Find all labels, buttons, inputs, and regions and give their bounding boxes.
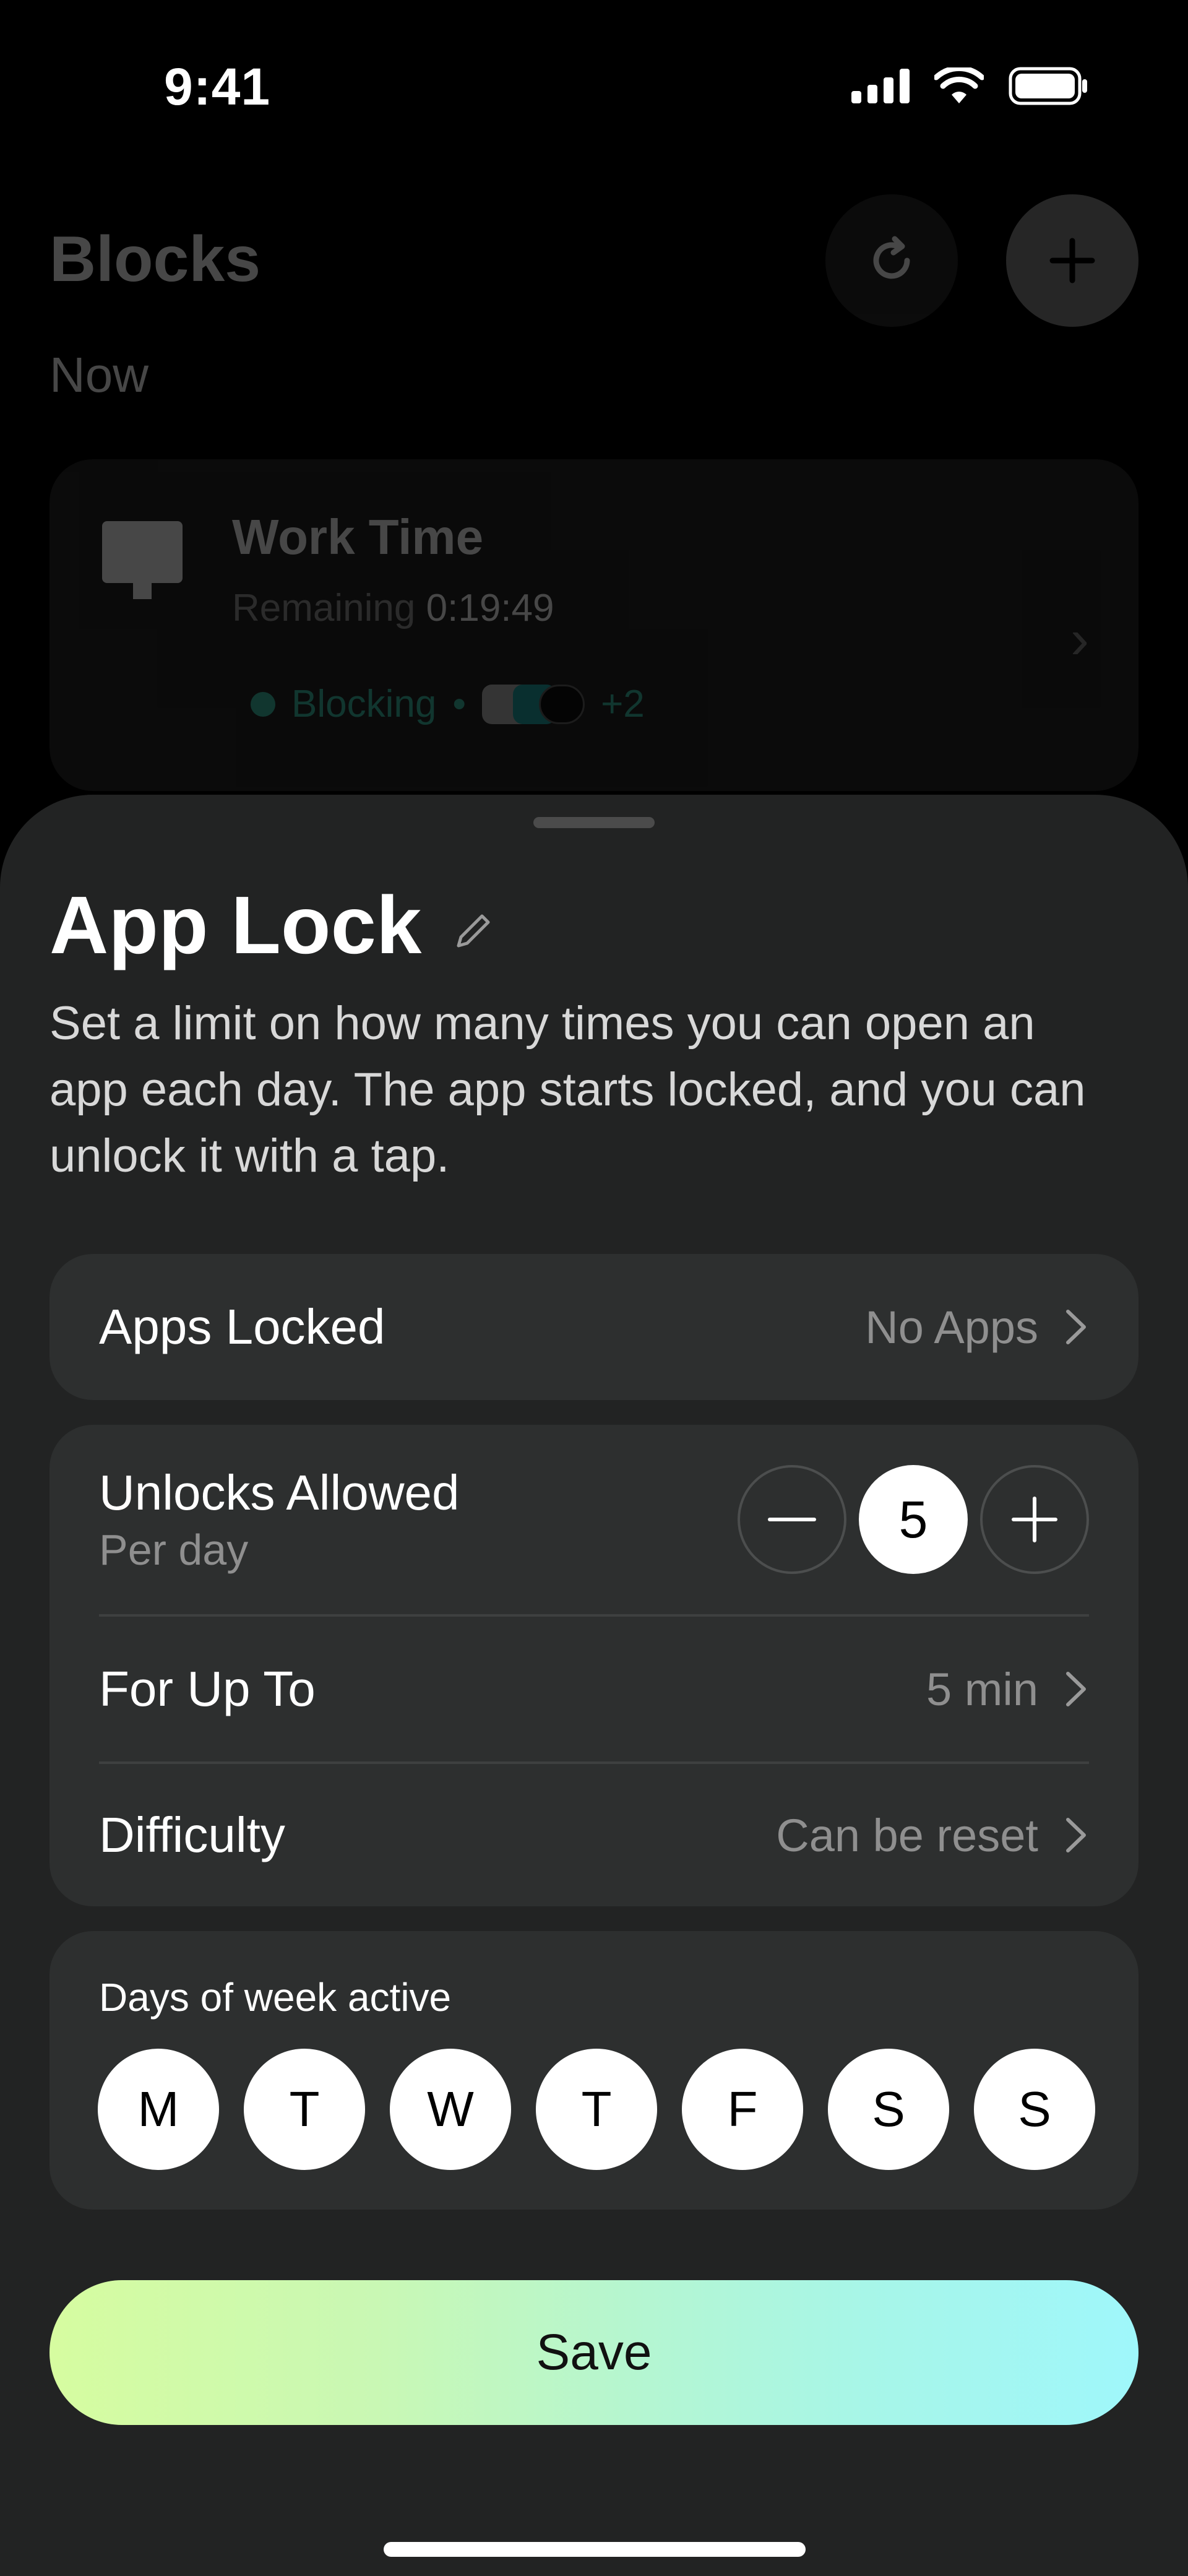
day-toggle-friday[interactable]: F — [682, 2049, 803, 2170]
days-card: Days of week active M T W T F S S — [50, 1931, 1138, 2210]
apps-locked-label: Apps Locked — [99, 1299, 385, 1354]
difficulty-label: Difficulty — [99, 1807, 285, 1862]
separator-dot: • — [452, 683, 467, 725]
unlocks-text: Unlocks Allowed Per day — [99, 1464, 460, 1575]
day-toggle-wednesday[interactable]: W — [390, 2049, 511, 2170]
status-dot-icon — [251, 691, 275, 717]
decrement-button[interactable] — [738, 1465, 846, 1574]
day-toggles: M T W T F S S — [98, 2049, 1095, 2170]
increment-button[interactable] — [980, 1465, 1089, 1574]
apps-locked-value: No Apps — [865, 1301, 1038, 1353]
refresh-button[interactable] — [825, 194, 958, 327]
block-card[interactable]: Work Time Remaining 0:19:49 Blocking • +… — [50, 459, 1138, 791]
unlocks-value: 5 — [859, 1465, 968, 1574]
section-label: Now — [50, 347, 149, 402]
sheet-title: App Lock — [50, 880, 422, 970]
day-toggle-tuesday[interactable]: T — [244, 2049, 365, 2170]
sheet-title-row: App Lock — [50, 878, 494, 972]
plus-icon — [1049, 238, 1095, 283]
day-toggle-sunday[interactable]: S — [974, 2049, 1095, 2170]
day-toggle-thursday[interactable]: T — [536, 2049, 657, 2170]
sheet-description: Set a limit on how many times you can op… — [50, 997, 1086, 1182]
app-icon — [539, 684, 585, 724]
desktop-icon — [102, 521, 183, 599]
pencil-icon[interactable] — [451, 910, 494, 953]
screen: 9:41 Blocks Now Work Time Remaining 0:19… — [0, 0, 1188, 2576]
app-icons — [482, 684, 585, 724]
chevron-right-icon: › — [1070, 608, 1089, 670]
unlocks-label: Unlocks Allowed — [99, 1465, 460, 1520]
save-button[interactable]: Save — [50, 2280, 1138, 2425]
difficulty-row[interactable]: Difficulty Can be reset — [99, 1764, 1089, 1906]
extra-apps-count: +2 — [601, 683, 645, 725]
refresh-icon — [873, 236, 910, 279]
chevron-right-icon — [1066, 1672, 1086, 1706]
home-indicator[interactable] — [384, 2542, 806, 2557]
lock-settings-card: Unlocks Allowed Per day 5 For Up To 5 mi… — [50, 1425, 1138, 1906]
status-label: Blocking — [291, 683, 437, 725]
day-toggle-monday[interactable]: M — [98, 2049, 219, 2170]
chevron-right-icon — [1066, 1818, 1086, 1852]
plus-icon — [1012, 1497, 1057, 1542]
chevron-right-icon — [1066, 1310, 1086, 1344]
minus-icon — [768, 1518, 816, 1521]
block-status: Blocking • +2 — [251, 682, 645, 726]
for-up-to-value: 5 min — [926, 1663, 1038, 1715]
days-title: Days of week active — [99, 1975, 452, 2020]
page-title: Blocks — [50, 223, 261, 295]
unlocks-sublabel: Per day — [99, 1526, 249, 1574]
background-page: Blocks Now Work Time Remaining 0:19:49 B… — [0, 0, 1188, 805]
apps-locked-value-group: No Apps — [865, 1301, 1089, 1354]
for-up-to-value-group: 5 min — [926, 1663, 1089, 1716]
apps-locked-card[interactable]: Apps Locked No Apps — [50, 1254, 1138, 1400]
difficulty-value: Can be reset — [776, 1809, 1038, 1861]
app-lock-sheet: App Lock Set a limit on how many times y… — [0, 795, 1188, 2576]
block-remaining: Remaining 0:19:49 — [232, 586, 554, 630]
unlocks-stepper: 5 — [738, 1465, 1089, 1574]
sheet-grabber[interactable] — [533, 817, 655, 828]
day-toggle-saturday[interactable]: S — [828, 2049, 949, 2170]
for-up-to-label: For Up To — [99, 1661, 316, 1716]
remaining-label: Remaining — [232, 587, 416, 629]
apps-locked-row[interactable]: Apps Locked No Apps — [99, 1254, 1089, 1400]
block-title: Work Time — [232, 509, 484, 564]
difficulty-value-group: Can be reset — [776, 1809, 1089, 1862]
for-up-to-row[interactable]: For Up To 5 min — [99, 1617, 1089, 1761]
unlocks-allowed-row: Unlocks Allowed Per day 5 — [99, 1425, 1089, 1614]
remaining-value: 0:19:49 — [426, 587, 554, 629]
add-block-button[interactable] — [1006, 194, 1138, 327]
